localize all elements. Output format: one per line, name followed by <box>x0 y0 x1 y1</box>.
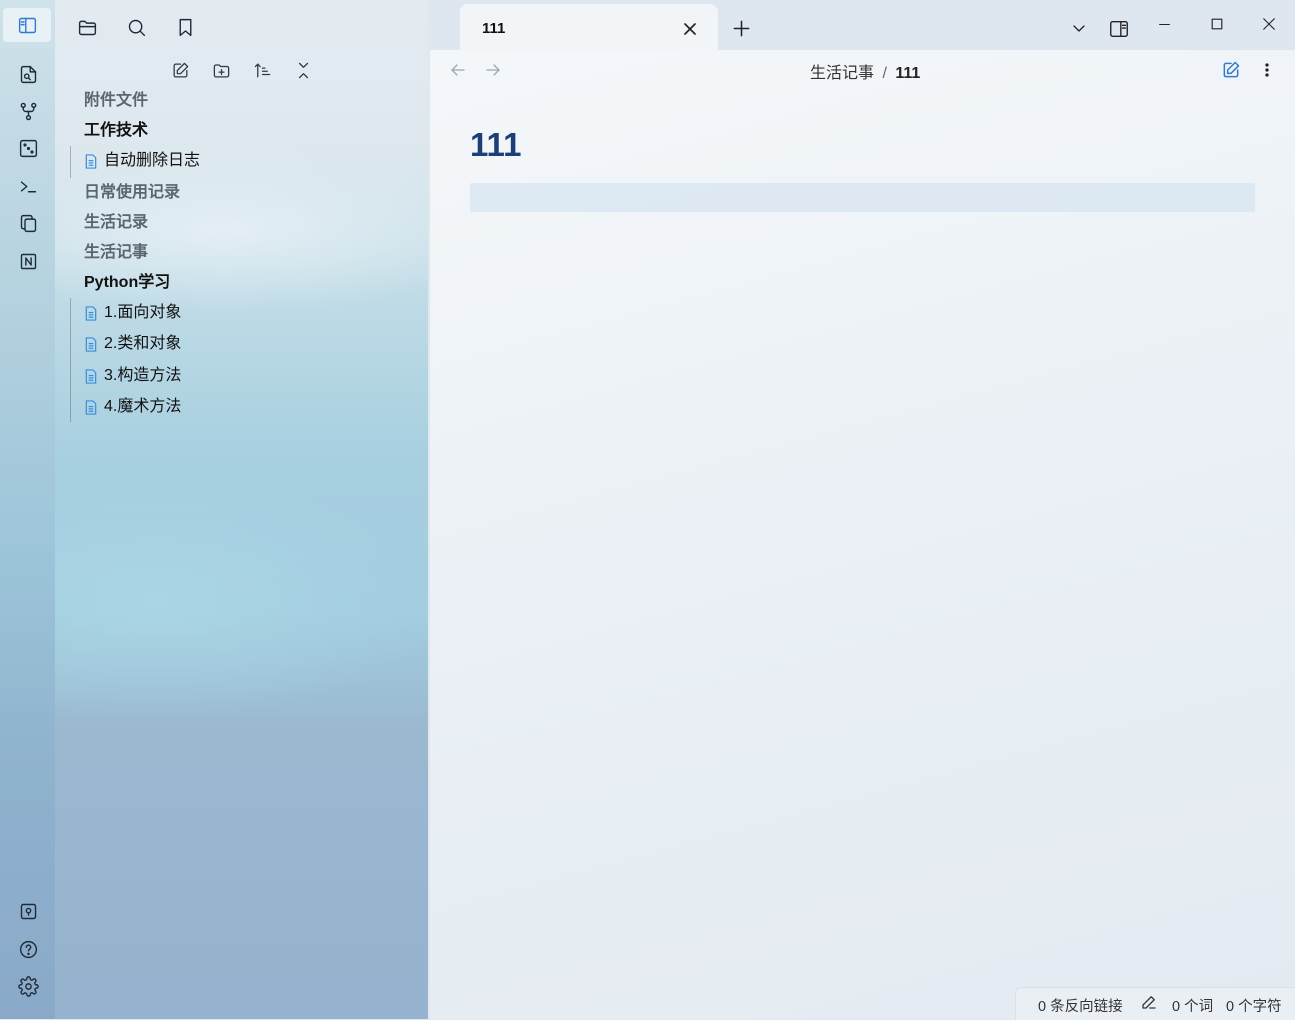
canvas-button[interactable] <box>12 132 44 164</box>
close-window-button[interactable] <box>1249 9 1289 39</box>
file-label: 4.魔术方法 <box>104 398 182 415</box>
breadcrumb-separator: / <box>882 65 887 82</box>
file-item[interactable]: 3.构造方法 <box>84 363 181 389</box>
quick-switcher-button[interactable] <box>12 58 44 90</box>
folder-item[interactable]: 附件文件 <box>84 88 148 114</box>
file-search-icon <box>20 65 36 83</box>
arrow-left-icon <box>451 64 465 76</box>
plus-icon <box>733 20 749 36</box>
breadcrumb-current[interactable]: 111 <box>895 65 920 82</box>
navigate-forward-button[interactable] <box>473 55 513 85</box>
file-label: 3.构造方法 <box>104 367 182 384</box>
collapse-all-button[interactable] <box>288 55 318 85</box>
tree-indent-guide <box>70 298 71 422</box>
search-icon <box>128 19 145 36</box>
vault-switch-button[interactable] <box>12 895 44 927</box>
file-item[interactable]: 2.类和对象 <box>84 331 181 357</box>
edit-icon <box>173 62 188 77</box>
folder-item-open[interactable]: Python学习 <box>84 270 170 296</box>
backlinks-count[interactable]: 0 条反向链接 <box>1038 995 1123 1016</box>
close-icon <box>684 23 696 35</box>
bookmark-icon <box>179 18 191 36</box>
new-folder-button[interactable] <box>206 55 236 85</box>
char-count: 0 个字符 <box>1226 999 1282 1015</box>
folder-plus-icon <box>213 63 229 77</box>
sort-button[interactable] <box>247 55 277 85</box>
notion-icon <box>20 253 36 269</box>
help-button[interactable] <box>12 933 44 965</box>
document-icon <box>85 368 97 384</box>
sidebar-left-icon <box>18 17 36 33</box>
status-bar: 0 条反向链接 0 个词 0 个字符 <box>1015 987 1295 1020</box>
folder-open-icon <box>78 20 96 35</box>
sort-ascending-icon <box>254 63 270 77</box>
terminal-icon <box>20 180 36 192</box>
files-tab[interactable] <box>72 12 102 42</box>
breadcrumb: 生活记事 / 111 <box>810 59 920 83</box>
graph-view-button[interactable] <box>12 95 44 127</box>
minimize-window-button[interactable] <box>1144 9 1184 39</box>
notion-button[interactable] <box>12 245 44 277</box>
bookmarks-tab[interactable] <box>170 12 200 42</box>
close-icon <box>1263 18 1275 30</box>
maximize-window-button[interactable] <box>1197 9 1237 39</box>
copy-icon <box>20 214 36 232</box>
dice-icon <box>19 139 37 157</box>
sidebar-right-icon <box>1110 20 1128 38</box>
navigate-back-button[interactable] <box>438 55 478 85</box>
toggle-right-sidebar-button[interactable] <box>1099 14 1139 44</box>
tree-indent-guide <box>70 146 71 178</box>
new-note-button[interactable] <box>165 55 195 85</box>
search-tab[interactable] <box>121 12 151 42</box>
document-icon <box>85 336 97 352</box>
editor-active-line[interactable] <box>470 183 1255 212</box>
folder-item[interactable]: 生活记事 <box>84 240 148 266</box>
gear-icon <box>17 975 39 997</box>
ribbon <box>0 0 56 1019</box>
folder-item-open[interactable]: 工作技术 <box>84 118 148 144</box>
chevron-down-icon <box>1073 25 1085 32</box>
file-item[interactable]: 1.面向对象 <box>84 300 181 326</box>
git-fork-icon <box>20 102 36 120</box>
document-icon <box>85 305 97 321</box>
file-item[interactable]: 4.魔术方法 <box>84 394 181 420</box>
arrow-right-icon <box>486 64 500 76</box>
edit-mode-button[interactable] <box>1211 55 1251 85</box>
maximize-icon <box>1211 18 1223 30</box>
help-icon <box>19 940 37 958</box>
folder-item[interactable]: 日常使用记录 <box>84 180 180 206</box>
folder-item[interactable]: 生活记录 <box>84 210 148 236</box>
tab-list-button[interactable] <box>1059 13 1099 43</box>
edit-status-icon[interactable] <box>1140 993 1158 1015</box>
templates-button[interactable] <box>12 207 44 239</box>
more-options-button[interactable] <box>1247 55 1287 85</box>
toggle-sidebar-button[interactable] <box>3 8 51 42</box>
settings-button[interactable] <box>12 970 44 1002</box>
file-label: 1.面向对象 <box>104 304 182 321</box>
vault-icon <box>20 903 36 919</box>
document-icon <box>85 153 97 169</box>
tab-title: 111 <box>482 20 506 37</box>
terminal-button[interactable] <box>12 170 44 202</box>
word-count: 0 个词 <box>1172 999 1214 1015</box>
note-title[interactable]: 111 <box>470 126 521 164</box>
close-tab-button[interactable] <box>670 14 710 44</box>
file-label: 自动删除日志 <box>104 152 201 169</box>
breadcrumb-folder[interactable]: 生活记事 <box>810 65 874 82</box>
document-icon <box>85 399 97 415</box>
edit-icon <box>1223 61 1240 78</box>
minimize-icon <box>1158 23 1170 25</box>
chevrons-collapse-icon <box>298 62 308 78</box>
file-label: 2.类和对象 <box>104 335 182 352</box>
file-item[interactable]: 自动删除日志 <box>84 148 200 174</box>
more-vertical-icon <box>1265 63 1269 77</box>
new-tab-button[interactable] <box>721 13 761 43</box>
